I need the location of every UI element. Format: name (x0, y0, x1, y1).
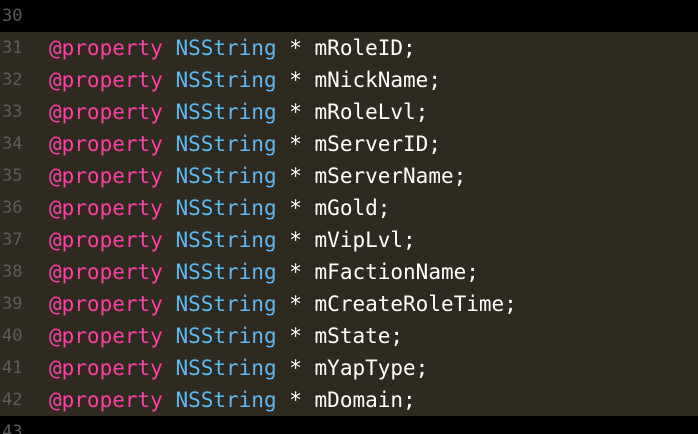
code-line-30[interactable]: 30 (0, 0, 698, 32)
declaration-token: * mFactionName; (276, 260, 479, 284)
keyword-token: @property (49, 100, 163, 124)
type-token: NSString (175, 68, 277, 92)
keyword-token: @property (49, 260, 163, 284)
type-token: NSString (175, 388, 277, 412)
line-number: 37 (2, 230, 23, 250)
code-editor[interactable]: 30 31 @property NSString * mRoleID; 32 @… (0, 0, 698, 434)
declaration-token: * mServerName; (276, 164, 467, 188)
declaration-token: * mVipLvl; (276, 228, 416, 252)
type-token: NSString (175, 260, 277, 284)
code-line-42[interactable]: 42 @property NSString * mDomain; (0, 384, 698, 416)
declaration-token: * mRoleID; (276, 36, 416, 60)
code-text[interactable]: @property NSString * mGold; (49, 196, 390, 220)
code-text[interactable]: @property NSString * mCreateRoleTime; (49, 292, 517, 316)
line-number: 39 (2, 294, 23, 314)
type-token: NSString (175, 100, 277, 124)
line-number: 32 (2, 70, 23, 90)
type-token: NSString (175, 324, 277, 348)
declaration-token: * mNickName; (276, 68, 441, 92)
keyword-token: @property (49, 388, 163, 412)
code-text[interactable]: @property NSString * mRoleLvl; (49, 100, 428, 124)
line-number: 30 (2, 6, 23, 26)
code-text[interactable]: @property NSString * mServerName; (49, 164, 466, 188)
type-token: NSString (175, 196, 277, 220)
line-number: 31 (2, 38, 23, 58)
type-token: NSString (175, 36, 277, 60)
type-token: NSString (175, 164, 277, 188)
code-line-40[interactable]: 40 @property NSString * mState; (0, 320, 698, 352)
declaration-token: * mServerID; (276, 132, 441, 156)
declaration-token: * mState; (276, 324, 404, 348)
keyword-token: @property (49, 324, 163, 348)
keyword-token: @property (49, 196, 163, 220)
keyword-token: @property (49, 292, 163, 316)
code-line-37[interactable]: 37 @property NSString * mVipLvl; (0, 224, 698, 256)
code-text[interactable]: @property NSString * mNickName; (49, 68, 441, 92)
line-number: 36 (2, 198, 23, 218)
keyword-token: @property (49, 68, 163, 92)
declaration-token: * mYapType; (276, 356, 429, 380)
line-number: 35 (2, 166, 23, 186)
code-line-33[interactable]: 33 @property NSString * mRoleLvl; (0, 96, 698, 128)
declaration-token: * mRoleLvl; (276, 100, 429, 124)
type-token: NSString (175, 132, 277, 156)
code-line-35[interactable]: 35 @property NSString * mServerName; (0, 160, 698, 192)
code-text[interactable]: @property NSString * mRoleID; (49, 36, 416, 60)
type-token: NSString (175, 292, 277, 316)
line-number: 43 (2, 422, 23, 434)
code-line-39[interactable]: 39 @property NSString * mCreateRoleTime; (0, 288, 698, 320)
keyword-token: @property (49, 228, 163, 252)
line-number: 33 (2, 102, 23, 122)
code-text[interactable]: @property NSString * mFactionName; (49, 260, 479, 284)
code-line-31[interactable]: 31 @property NSString * mRoleID; (0, 32, 698, 64)
line-number: 34 (2, 134, 23, 154)
code-text[interactable]: @property NSString * mServerID; (49, 132, 441, 156)
type-token: NSString (175, 228, 277, 252)
declaration-token: * mCreateRoleTime; (276, 292, 517, 316)
code-line-38[interactable]: 38 @property NSString * mFactionName; (0, 256, 698, 288)
code-text[interactable]: @property NSString * mState; (49, 324, 403, 348)
keyword-token: @property (49, 132, 163, 156)
line-number: 41 (2, 358, 23, 378)
code-line-41[interactable]: 41 @property NSString * mYapType; (0, 352, 698, 384)
declaration-token: * mDomain; (276, 388, 416, 412)
declaration-token: * mGold; (276, 196, 391, 220)
line-number: 38 (2, 262, 23, 282)
code-text[interactable]: @property NSString * mVipLvl; (49, 228, 416, 252)
line-number: 42 (2, 390, 23, 410)
line-number: 40 (2, 326, 23, 346)
code-text[interactable]: @property NSString * mYapType; (49, 356, 428, 380)
code-line-34[interactable]: 34 @property NSString * mServerID; (0, 128, 698, 160)
code-text[interactable]: @property NSString * mDomain; (49, 388, 416, 412)
keyword-token: @property (49, 356, 163, 380)
code-line-32[interactable]: 32 @property NSString * mNickName; (0, 64, 698, 96)
code-line-43[interactable]: 43 (0, 416, 698, 434)
keyword-token: @property (49, 36, 163, 60)
type-token: NSString (175, 356, 277, 380)
code-line-36[interactable]: 36 @property NSString * mGold; (0, 192, 698, 224)
keyword-token: @property (49, 164, 163, 188)
